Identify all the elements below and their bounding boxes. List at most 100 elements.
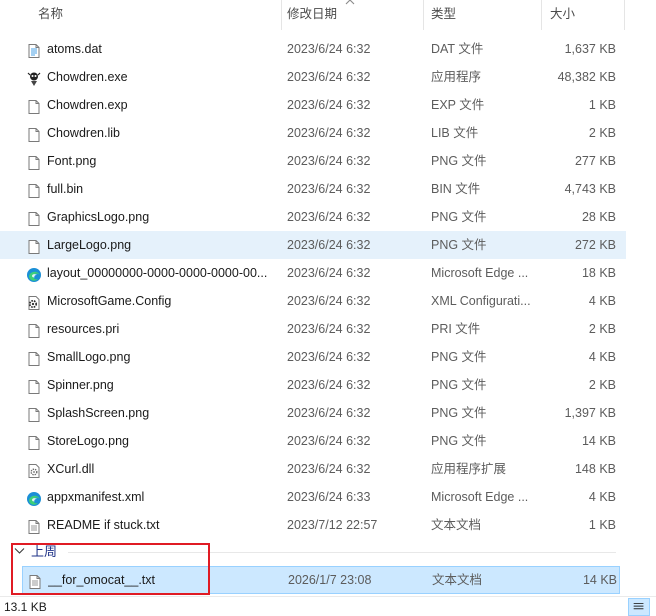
file-name: SplashScreen.png	[47, 406, 150, 420]
file-name: appxmanifest.xml	[47, 490, 145, 504]
file-type: 应用程序扩展	[431, 462, 507, 476]
file-icon	[26, 433, 42, 450]
file-name: resources.pri	[47, 322, 120, 336]
file-icon	[26, 377, 42, 394]
file-type: PNG 文件	[431, 378, 487, 392]
annotation-highlight-box	[11, 543, 210, 595]
column-divider[interactable]	[423, 0, 424, 30]
file-row[interactable]: Font.png 2023/6/24 6:32 PNG 文件 277 KB	[0, 147, 626, 175]
file-size: 4,743 KB	[564, 182, 616, 196]
file-row[interactable]: Spinner.png 2023/6/24 6:32 PNG 文件 2 KB	[0, 371, 626, 399]
file-date: 2023/6/24 6:32	[287, 266, 371, 280]
file-icon	[26, 349, 42, 366]
file-date: 2023/6/24 6:32	[287, 42, 371, 56]
column-header-name[interactable]: 名称	[38, 0, 63, 30]
file-date: 2023/6/24 6:32	[287, 70, 371, 84]
file-type: LIB 文件	[431, 126, 479, 140]
details-view-button[interactable]	[628, 598, 650, 616]
file-type: 应用程序	[431, 70, 482, 84]
file-icon	[26, 97, 42, 114]
selection-size: 13.1 KB	[4, 600, 47, 614]
file-date: 2026/1/7 23:08	[288, 573, 372, 587]
file-size: 14 KB	[582, 573, 617, 587]
file-name: XCurl.dll	[47, 462, 95, 476]
file-icon	[26, 237, 42, 254]
file-icon	[26, 153, 42, 170]
file-icon	[26, 209, 42, 226]
file-size: 272 KB	[574, 238, 616, 252]
column-header: 名称 修改日期 类型 大小	[0, 0, 626, 30]
file-size: 4 KB	[588, 294, 616, 308]
dll-icon	[26, 461, 42, 478]
file-type: PNG 文件	[431, 238, 487, 252]
file-icon	[26, 181, 42, 198]
file-size: 148 KB	[574, 462, 616, 476]
file-size: 18 KB	[581, 266, 616, 280]
file-row[interactable]: appxmanifest.xml 2023/6/24 6:33 Microsoft …	[0, 483, 626, 511]
file-type: Microsoft Edge ...	[431, 266, 529, 280]
file-date: 2023/6/24 6:32	[287, 182, 371, 196]
file-date: 2023/6/24 6:32	[287, 350, 371, 364]
file-size: 4 KB	[588, 490, 616, 504]
column-divider[interactable]	[541, 0, 542, 30]
file-row[interactable]: resources.pri 2023/6/24 6:32 PRI 文件 2 KB	[0, 315, 626, 343]
edge-icon	[26, 265, 42, 282]
file-name: StoreLogo.png	[47, 434, 130, 448]
column-divider[interactable]	[624, 0, 625, 30]
file-name: README if stuck.txt	[47, 518, 160, 532]
file-size: 277 KB	[574, 154, 616, 168]
file-row[interactable]: SmallLogo.png 2023/6/24 6:32 PNG 文件 4 KB	[0, 343, 626, 371]
column-header-size[interactable]: 大小	[550, 0, 575, 30]
file-row[interactable]: layout_00000000-0000-0000-0000-00... 2023…	[0, 259, 626, 287]
file-type: PNG 文件	[431, 210, 487, 224]
file-size: 2 KB	[588, 126, 616, 140]
file-row[interactable]: StoreLogo.png 2023/6/24 6:32 PNG 文件 14 KB	[0, 427, 626, 455]
app-character-icon	[26, 69, 42, 86]
file-row[interactable]: full.bin 2023/6/24 6:32 BIN 文件 4,743 KB	[0, 175, 626, 203]
list-view-icon	[633, 602, 644, 610]
file-date: 2023/6/24 6:32	[287, 126, 371, 140]
document-icon	[26, 41, 42, 58]
vertical-scrollbar[interactable]	[626, 0, 656, 596]
file-type: XML Configurati...	[431, 294, 531, 308]
file-size: 1 KB	[588, 518, 616, 532]
file-type: DAT 文件	[431, 42, 484, 56]
file-size: 2 KB	[588, 378, 616, 392]
file-name: layout_00000000-0000-0000-0000-00...	[47, 266, 268, 280]
file-size: 4 KB	[588, 350, 616, 364]
file-date: 2023/6/24 6:32	[287, 294, 371, 308]
file-icon	[26, 321, 42, 338]
file-name: Chowdren.exp	[47, 98, 128, 112]
file-name: Chowdren.lib	[47, 126, 120, 140]
file-type: 文本文档	[431, 518, 482, 532]
column-header-type[interactable]: 类型	[431, 0, 456, 30]
file-size: 48,382 KB	[557, 70, 616, 84]
file-name: LargeLogo.png	[47, 238, 132, 252]
file-row[interactable]: Chowdren.exe 2023/6/24 6:32 应用程序 48,382 KB	[0, 63, 626, 91]
status-bar: 13.1 KB	[0, 596, 656, 616]
file-name: atoms.dat	[47, 42, 102, 56]
file-type: PRI 文件	[431, 322, 481, 336]
config-gear-icon	[26, 293, 42, 310]
file-type: PNG 文件	[431, 350, 487, 364]
file-row[interactable]: GraphicsLogo.png 2023/6/24 6:32 PNG 文件 28 K…	[0, 203, 626, 231]
file-name: Chowdren.exe	[47, 70, 128, 84]
file-row[interactable]: MicrosoftGame.Config 2023/6/24 6:32 XML Co…	[0, 287, 626, 315]
column-header-date[interactable]: 修改日期	[287, 0, 337, 30]
file-date: 2023/6/24 6:32	[287, 154, 371, 168]
file-row[interactable]: LargeLogo.png 2023/6/24 6:32 PNG 文件 272 KB	[0, 231, 626, 259]
file-row[interactable]: Chowdren.exp 2023/6/24 6:32 EXP 文件 1 KB	[0, 91, 626, 119]
column-divider[interactable]	[281, 0, 282, 30]
file-type: BIN 文件	[431, 182, 481, 196]
file-type: 文本文档	[432, 573, 483, 587]
file-row[interactable]: Chowdren.lib 2023/6/24 6:32 LIB 文件 2 KB	[0, 119, 626, 147]
file-type: Microsoft Edge ...	[431, 490, 529, 504]
file-size: 1,397 KB	[564, 406, 616, 420]
file-type: EXP 文件	[431, 98, 485, 112]
file-row[interactable]: README if stuck.txt 2023/7/12 22:57 文本文档 1 …	[0, 511, 626, 539]
file-row[interactable]: XCurl.dll 2023/6/24 6:32 应用程序扩展 148 KB	[0, 455, 626, 483]
file-type: PNG 文件	[431, 434, 487, 448]
file-row[interactable]: atoms.dat 2023/6/24 6:32 DAT 文件 1,637 KB	[0, 35, 626, 63]
file-row[interactable]: SplashScreen.png 2023/6/24 6:32 PNG 文件 1,39…	[0, 399, 626, 427]
sort-caret-icon	[345, 0, 355, 5]
